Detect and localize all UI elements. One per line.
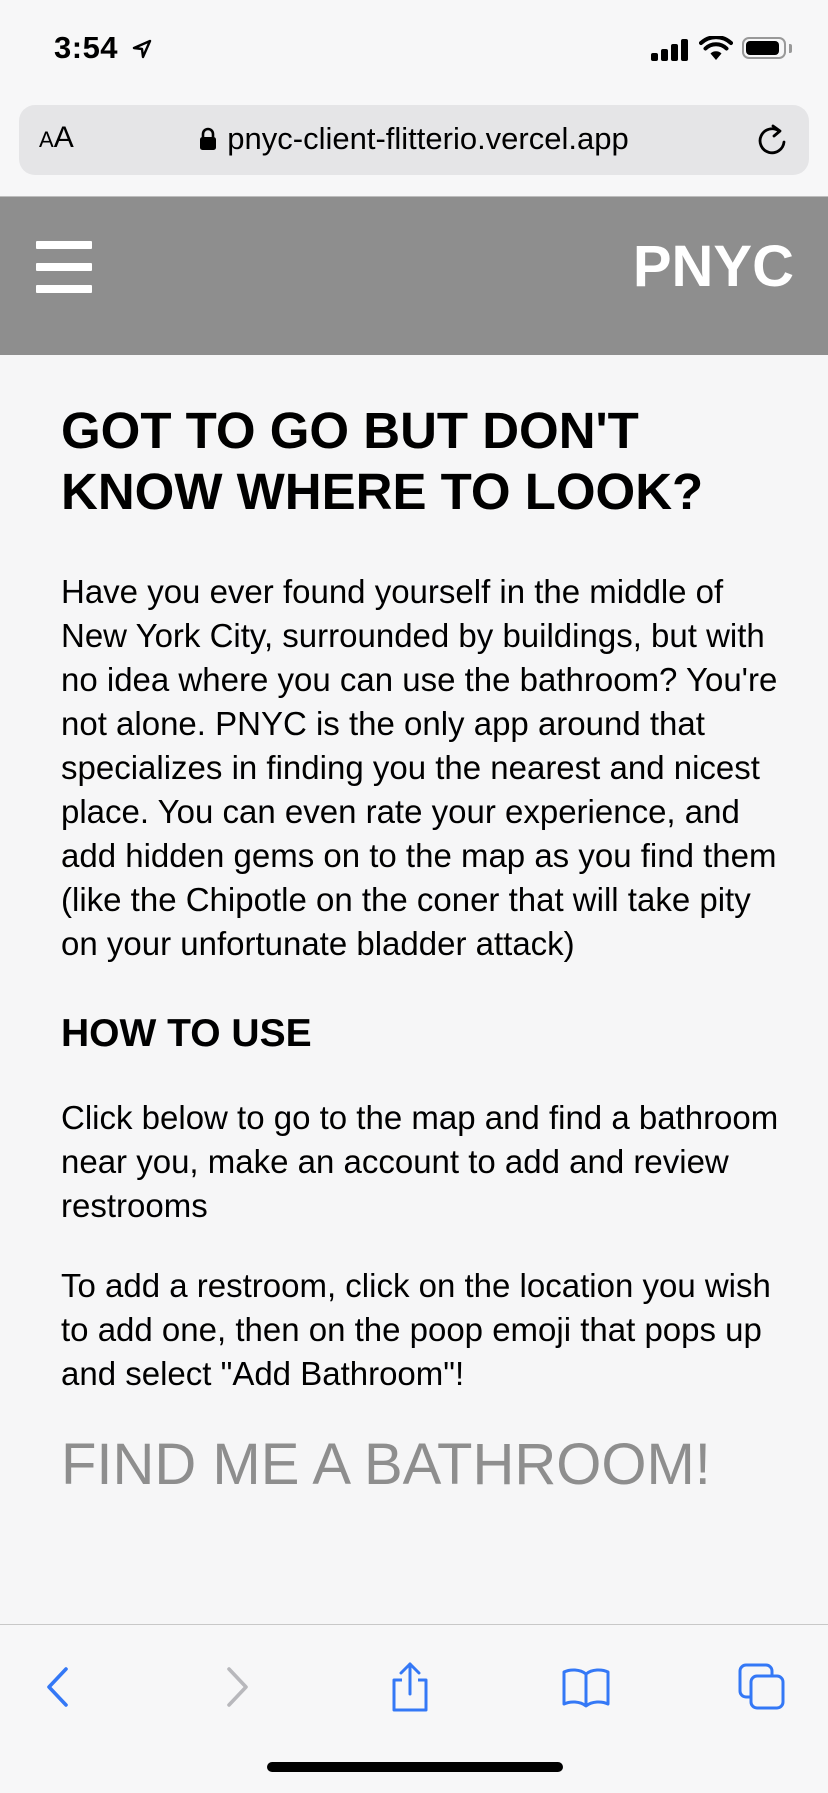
lock-icon — [200, 127, 217, 150]
page-title: GOT TO GO BUT DON'T KNOW WHERE TO LOOK? — [61, 402, 704, 520]
tabs-icon — [738, 1663, 785, 1710]
forward-button[interactable] — [207, 1657, 267, 1717]
brand-logo[interactable]: PNYC — [633, 233, 794, 300]
address-bar[interactable]: AA pnyc-client-flitterio.vercel.app — [19, 105, 809, 175]
reload-icon[interactable] — [757, 123, 789, 157]
status-time: 3:54 — [54, 30, 119, 65]
battery-icon — [742, 37, 786, 59]
intro-paragraph: Have you ever found yourself in the midd… — [61, 573, 778, 962]
home-indicator[interactable] — [267, 1762, 563, 1772]
url-display[interactable]: pnyc-client-flitterio.vercel.app — [19, 121, 809, 157]
cellular-signal-icon — [651, 37, 691, 61]
how-to-heading: HOW TO USE — [61, 1012, 312, 1055]
location-arrow-icon — [132, 39, 152, 59]
share-icon — [392, 1662, 428, 1712]
wifi-icon — [699, 36, 733, 60]
share-button[interactable] — [380, 1657, 440, 1717]
forward-icon — [227, 1667, 248, 1707]
bookmarks-button[interactable] — [556, 1657, 616, 1717]
back-button[interactable] — [28, 1657, 88, 1717]
browser-address-area: AA pnyc-client-flitterio.vercel.app — [0, 96, 828, 197]
status-bar: 3:54 — [0, 0, 828, 96]
back-icon — [47, 1667, 68, 1707]
battery-cap — [789, 44, 792, 53]
app-header: PNYC — [0, 197, 828, 355]
tabs-button[interactable] — [732, 1657, 792, 1717]
find-bathroom-link[interactable]: FIND ME A BATHROOM! — [61, 1430, 781, 1500]
bookmarks-icon — [562, 1668, 610, 1708]
how-to-paragraph-2: To add a restroom, click on the location… — [61, 1267, 771, 1392]
how-to-paragraph-1: Click below to go to the map and find a … — [61, 1099, 779, 1224]
menu-icon[interactable] — [36, 241, 92, 293]
url-text: pnyc-client-flitterio.vercel.app — [227, 121, 629, 156]
main-content: GOT TO GO BUT DON'T KNOW WHERE TO LOOK? … — [61, 400, 781, 1500]
